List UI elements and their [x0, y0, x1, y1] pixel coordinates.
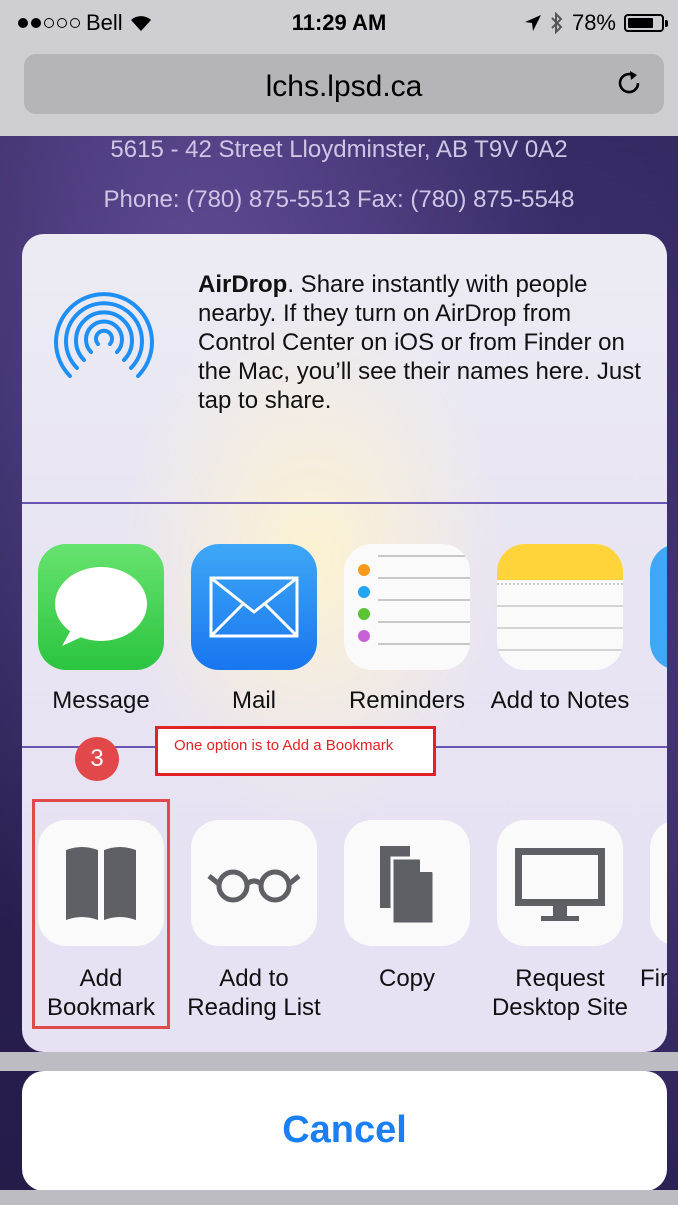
action-label-copy: Copy	[322, 964, 492, 993]
app-label-message: Message	[52, 687, 150, 714]
glasses-icon[interactable]	[191, 820, 317, 946]
annotation-highlight	[32, 799, 170, 1029]
action-label-line: Reading List	[187, 994, 321, 1021]
browser-toolbar: lchs.lpsd.ca	[0, 44, 678, 136]
school-phone: Phone: (780) 875-5513 Fax: (780) 875-554…	[103, 186, 575, 213]
cancel-label: Cancel	[282, 1109, 407, 1151]
action-label-reading-list: Add to Reading List	[169, 964, 339, 1022]
annotation-callout: One option is to Add a Bookmark	[155, 726, 436, 776]
bluetooth-icon	[551, 12, 563, 34]
background-strip	[0, 1190, 678, 1205]
reload-icon[interactable]	[614, 68, 644, 98]
action-label-line: Add to	[219, 965, 289, 992]
action-label-find: Fir	[640, 965, 667, 992]
action-label-line: Copy	[378, 965, 436, 992]
action-label-desktop-site: Request Desktop Site	[475, 964, 645, 1022]
reminders-icon[interactable]	[344, 544, 470, 670]
app-label-notes: Add to Notes	[490, 687, 630, 714]
desktop-icon[interactable]	[497, 820, 623, 946]
app-label-reminders: Reminders	[348, 687, 466, 714]
airdrop-description: AirDrop. Share instantly with people nea…	[198, 270, 653, 415]
mail-icon[interactable]	[191, 544, 317, 670]
address-bar[interactable]: lchs.lpsd.ca	[24, 54, 664, 114]
status-right: 78%	[524, 10, 668, 36]
url-text: lchs.lpsd.ca	[265, 70, 423, 103]
school-address: 5615 - 42 Street Lloydminster, AB T9V 0A…	[110, 136, 568, 163]
battery-icon	[624, 14, 668, 32]
find-icon[interactable]	[650, 820, 667, 946]
more-app-icon[interactable]	[650, 544, 667, 670]
message-icon[interactable]	[38, 544, 164, 670]
copy-icon[interactable]	[344, 820, 470, 946]
background-strip	[0, 1052, 678, 1071]
notes-icon[interactable]	[497, 544, 623, 670]
cancel-button[interactable]: Cancel	[22, 1071, 667, 1191]
airdrop-title: AirDrop	[198, 271, 288, 298]
step-badge: 3	[75, 737, 119, 781]
location-arrow-icon	[524, 15, 541, 31]
action-label-line: Request	[515, 965, 605, 992]
separator	[22, 502, 667, 504]
app-label-mail: Mail	[231, 687, 276, 714]
battery-percent: 78%	[571, 10, 616, 35]
airdrop-icon	[54, 292, 154, 378]
status-bar: Bell 11:29 AM 78%	[0, 0, 678, 44]
action-label-line: Desktop Site	[491, 994, 629, 1021]
